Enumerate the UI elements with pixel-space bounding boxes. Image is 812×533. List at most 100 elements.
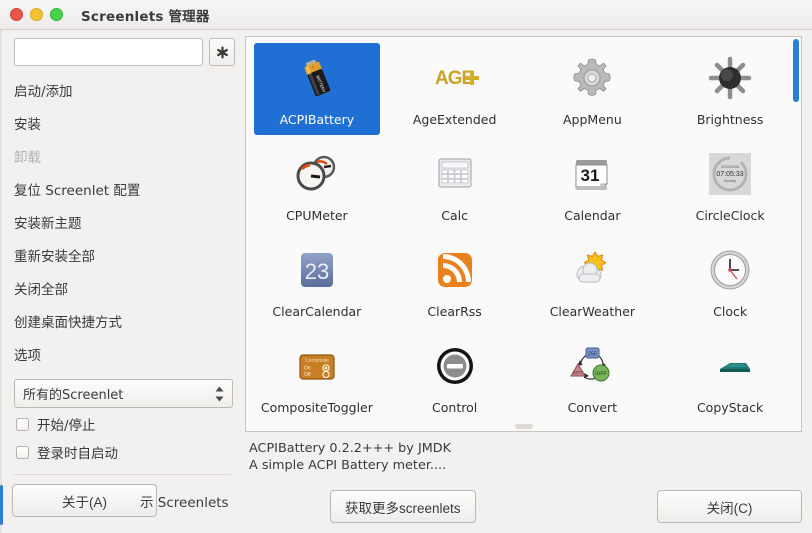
minimize-window-button[interactable] xyxy=(30,8,43,21)
screenlet-label: Calendar xyxy=(564,208,621,223)
description-line-2: A simple ACPI Battery meter.... xyxy=(249,458,447,473)
svg-text:255: 255 xyxy=(588,352,597,358)
checkbox-autostart-box[interactable] xyxy=(16,445,29,459)
screenlet-item-copystack[interactable]: CopyStack xyxy=(667,331,793,423)
grid-horizontal-scrollbar[interactable] xyxy=(514,424,533,429)
screenlet-description: ACPIBattery 0.2.2+++ by JMDK A simple AC… xyxy=(245,432,802,474)
screenlet-label: ACPIBattery xyxy=(279,112,355,127)
calendar-day-text: 31 xyxy=(581,166,600,185)
checkbox-start-stop-label: 开始/停止 xyxy=(37,418,96,434)
svg-text:Composite: Composite xyxy=(305,358,329,364)
svg-text:0xFF: 0xFF xyxy=(596,371,607,377)
titlebar: Screenlets 管理器 xyxy=(0,0,812,30)
copy-stack-icon xyxy=(702,338,758,394)
rss-icon xyxy=(427,242,483,298)
sidebar-item-reinstall-all[interactable]: 重新安装全部 xyxy=(0,241,245,274)
screenlet-label: CopyStack xyxy=(696,400,764,415)
screenlet-item-calc[interactable]: Calc xyxy=(392,139,518,231)
screenlet-label: AppMenu xyxy=(563,112,622,127)
sidebar-item-close-all[interactable]: 关闭全部 xyxy=(0,274,245,307)
calendar-23-icon: 23 xyxy=(289,242,345,298)
brightness-sun-icon xyxy=(702,50,758,106)
window-controls xyxy=(10,8,63,21)
screenlet-grid: + BATTERY ACPIBattery AGE AgeExtended Ap… xyxy=(246,37,801,425)
sidebar-item-options[interactable]: 选项 xyxy=(0,340,245,373)
screenlet-item-compositetoggler[interactable]: Composite On Off CompositeToggler xyxy=(254,331,380,423)
screenlet-label: CompositeToggler xyxy=(260,400,373,415)
age-plus-icon: AGE xyxy=(427,50,483,106)
screenlet-item-ageextended[interactable]: AGE AgeExtended xyxy=(392,43,518,135)
checkbox-start-stop-box[interactable] xyxy=(16,417,29,431)
screenlet-label: Control xyxy=(432,400,478,415)
screenlet-item-control[interactable]: Control xyxy=(392,331,518,423)
screenlet-label: ClearRss xyxy=(427,304,482,319)
screenlet-label: Clock xyxy=(713,304,748,319)
occluded-screenlets-label: 示 Screenlets xyxy=(140,495,229,511)
screenlet-label: ClearWeather xyxy=(549,304,636,319)
screenlet-label: Convert xyxy=(567,400,618,415)
analog-clock-icon xyxy=(702,242,758,298)
sidebar: 启动/添加 安装 卸载 复位 Screenlet 配置 安装新主题 重新安装全部… xyxy=(0,30,245,533)
svg-text:07:05:33: 07:05:33 xyxy=(717,171,744,178)
main-panel: + BATTERY ACPIBattery AGE AgeExtended Ap… xyxy=(245,30,812,533)
composite-toggle-icon: Composite On Off xyxy=(289,338,345,394)
checkbox-start-stop[interactable]: 开始/停止 xyxy=(0,408,245,436)
sidebar-menu: 启动/添加 安装 卸载 复位 Screenlet 配置 安装新主题 重新安装全部… xyxy=(0,76,245,373)
screenlet-label: CircleClock xyxy=(695,208,765,223)
grid-vertical-scrollbar[interactable] xyxy=(792,38,800,431)
svg-text:Sunday: Sunday xyxy=(724,179,736,183)
screenlet-item-circleclock[interactable]: 02/24/2008 07:05:33 Sunday CircleClock xyxy=(667,139,793,231)
svg-text:Off: Off xyxy=(304,372,311,378)
search-row xyxy=(0,30,245,70)
sidebar-item-reset-config[interactable]: 复位 Screenlet 配置 xyxy=(0,175,245,208)
gear-icon xyxy=(564,50,620,106)
calendar-31-icon: 31 xyxy=(564,146,620,202)
screenlet-label: ClearCalendar xyxy=(272,304,362,319)
maximize-window-button[interactable] xyxy=(50,8,63,21)
screenlet-item-calendar[interactable]: 31 Calendar xyxy=(530,139,656,231)
dual-gauge-icon xyxy=(289,146,345,202)
clear-asterisk-icon xyxy=(216,46,228,58)
sidebar-item-install-theme[interactable]: 安装新主题 xyxy=(0,208,245,241)
filter-select-wrap: 所有的Screenlet xyxy=(0,373,245,408)
close-dialog-button[interactable]: 关闭(C) xyxy=(657,490,802,523)
screenlet-item-appmenu[interactable]: AppMenu xyxy=(530,43,656,135)
screenlet-item-convert[interactable]: 255 0377 0xFF Convert xyxy=(530,331,656,423)
about-button[interactable]: 关于(A) xyxy=(12,484,157,517)
screenlet-item-cpumeter[interactable]: CPUMeter xyxy=(254,139,380,231)
battery-icon: + BATTERY xyxy=(289,50,345,106)
screenlet-label: CPUMeter xyxy=(286,208,348,223)
checkbox-autostart[interactable]: 登录时自启动 xyxy=(0,436,245,464)
clear-search-button[interactable] xyxy=(209,38,235,66)
close-window-button[interactable] xyxy=(10,8,23,21)
screenlets-manager-window: Screenlets 管理器 启动/添加 安装 卸载 复位 Screenlet … xyxy=(0,0,812,533)
screenlet-item-clock[interactable]: Clock xyxy=(667,235,793,327)
filter-selected-value: 所有的Screenlet xyxy=(23,388,124,403)
grid-scrollbar-thumb[interactable] xyxy=(793,39,799,102)
sidebar-item-create-shortcut[interactable]: 创建桌面快捷方式 xyxy=(0,307,245,340)
screenlet-item-clearrss[interactable]: ClearRss xyxy=(392,235,518,327)
screenlet-item-acpibattery[interactable]: + BATTERY ACPIBattery xyxy=(254,43,380,135)
screenlet-item-clearcalendar[interactable]: 23 ClearCalendar xyxy=(254,235,380,327)
screenlet-label: AgeExtended xyxy=(412,112,497,127)
svg-text:On: On xyxy=(304,366,311,372)
screenlet-label: Brightness xyxy=(696,112,764,127)
description-line-1: ACPIBattery 0.2.2+++ by JMDK xyxy=(249,441,452,456)
sidebar-item-launch-add[interactable]: 启动/添加 xyxy=(0,76,245,109)
screenlet-grid-frame: + BATTERY ACPIBattery AGE AgeExtended Ap… xyxy=(245,36,802,432)
screenlet-item-clearweather[interactable]: ClearWeather xyxy=(530,235,656,327)
screenlet-filter-select[interactable]: 所有的Screenlet xyxy=(14,379,233,408)
chevron-updown-icon xyxy=(215,386,224,401)
screenlet-item-brightness[interactable]: Brightness xyxy=(667,43,793,135)
search-input[interactable] xyxy=(14,38,203,66)
minus-circle-icon xyxy=(427,338,483,394)
get-more-screenlets-button[interactable]: 获取更多screenlets xyxy=(330,490,476,523)
svg-text:0377: 0377 xyxy=(573,370,584,375)
checkbox-autostart-label: 登录时自启动 xyxy=(37,446,118,462)
clear-calendar-day-text: 23 xyxy=(305,259,329,284)
sidebar-left-edge xyxy=(0,30,2,533)
sidebar-scrollbar-thumb[interactable] xyxy=(0,485,3,525)
screenlet-label: Calc xyxy=(441,208,468,223)
sidebar-item-install[interactable]: 安装 xyxy=(0,109,245,142)
sun-cloud-icon xyxy=(564,242,620,298)
